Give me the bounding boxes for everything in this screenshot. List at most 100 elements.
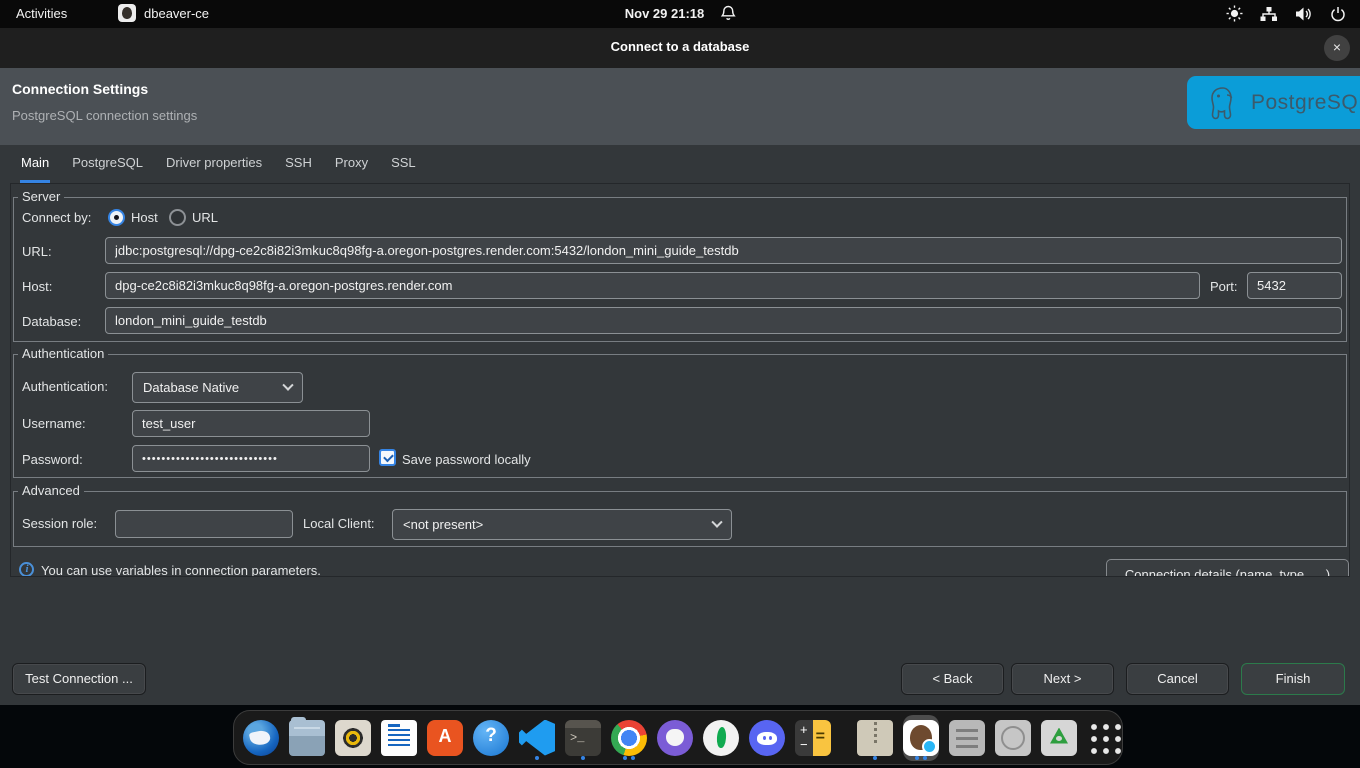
brightness-icon xyxy=(1226,5,1243,22)
app-grid-glyph xyxy=(1087,720,1122,755)
clock-menu[interactable]: Nov 29 21:18 xyxy=(625,5,736,21)
software-center-glyph xyxy=(427,720,463,756)
app-grid-icon[interactable] xyxy=(1087,715,1122,761)
connect-by-label: Connect by: xyxy=(22,210,91,225)
postgresql-elephant-icon xyxy=(1203,83,1243,123)
tab-driver-properties[interactable]: Driver properties xyxy=(165,145,263,183)
save-password-label[interactable]: Save password locally xyxy=(402,452,531,467)
username-label: Username: xyxy=(22,416,86,431)
chevron-down-icon xyxy=(711,516,722,527)
settings-tab-bar: Main PostgreSQL Driver properties SSH Pr… xyxy=(0,145,1360,183)
disk-utility-icon[interactable] xyxy=(995,715,1031,761)
tab-ssh[interactable]: SSH xyxy=(284,145,313,183)
cancel-button[interactable]: Cancel xyxy=(1126,663,1229,695)
server-group: Server Connect by: Host URL URL: Host: P… xyxy=(13,197,1347,342)
server-group-legend: Server xyxy=(18,189,64,204)
vscode-icon[interactable] xyxy=(519,715,555,761)
postgresql-logo-text: PostgreSQL xyxy=(1251,91,1360,115)
chevron-down-icon xyxy=(282,379,293,390)
focused-app-name: dbeaver-ce xyxy=(144,6,209,21)
url-input[interactable] xyxy=(105,237,1342,264)
dbeaver-icon[interactable] xyxy=(903,715,939,761)
files-icon[interactable] xyxy=(289,715,325,761)
thunderbird-glyph xyxy=(243,720,279,756)
variables-hint-text: You can use variables in connection para… xyxy=(41,563,321,577)
files-glyph xyxy=(289,720,325,756)
page-title: Connection Settings xyxy=(12,81,148,97)
host-input[interactable] xyxy=(105,272,1200,299)
radio-host[interactable] xyxy=(108,209,125,226)
archive-manager-icon[interactable] xyxy=(857,715,893,761)
focused-app-menu[interactable]: dbeaver-ce xyxy=(118,4,209,22)
help-icon[interactable] xyxy=(473,715,509,761)
username-input[interactable] xyxy=(132,410,370,437)
dbeaver-app-icon xyxy=(118,4,136,22)
password-input[interactable] xyxy=(132,445,370,472)
local-client-label: Local Client: xyxy=(303,516,375,531)
wizard-header: Connection Settings PostgreSQL connectio… xyxy=(0,68,1360,145)
test-connection-button[interactable]: Test Connection ... xyxy=(12,663,146,695)
github-desktop-icon[interactable] xyxy=(657,715,693,761)
connection-details-button[interactable]: Connection details (name, type, ... ) xyxy=(1106,559,1349,577)
running-indicator xyxy=(581,756,585,760)
tab-main[interactable]: Main xyxy=(20,145,50,183)
finish-button[interactable]: Finish xyxy=(1241,663,1345,695)
dialog-titlebar[interactable]: Connect to a database × xyxy=(0,28,1360,68)
authentication-select-value: Database Native xyxy=(143,380,239,395)
dock xyxy=(233,710,1123,765)
discord-icon[interactable] xyxy=(749,715,785,761)
network-icon xyxy=(1260,6,1278,22)
terminal-icon[interactable] xyxy=(565,715,601,761)
database-label: Database: xyxy=(22,314,81,329)
session-role-input[interactable] xyxy=(115,510,293,538)
software-center-icon[interactable] xyxy=(427,715,463,761)
session-properties-icon[interactable] xyxy=(949,715,985,761)
advanced-group: Advanced Session role: Local Client: <no… xyxy=(13,491,1347,547)
close-icon[interactable]: × xyxy=(1324,35,1350,61)
thunderbird-icon[interactable] xyxy=(243,715,279,761)
url-label: URL: xyxy=(22,244,52,259)
next-button[interactable]: Next > xyxy=(1011,663,1114,695)
mongodb-compass-icon[interactable] xyxy=(703,715,739,761)
calculator-icon[interactable] xyxy=(795,715,831,761)
desktop-bottom-area xyxy=(0,705,1360,768)
rhythmbox-icon[interactable] xyxy=(335,715,371,761)
chrome-glyph xyxy=(611,720,647,756)
gnome-top-bar: Activities dbeaver-ce Nov 29 21:18 xyxy=(0,0,1360,28)
host-label: Host: xyxy=(22,279,52,294)
disk-utility-glyph xyxy=(995,720,1031,756)
port-input[interactable] xyxy=(1247,272,1342,299)
trash-icon[interactable] xyxy=(1041,715,1077,761)
rhythmbox-glyph xyxy=(335,720,371,756)
bell-icon xyxy=(720,5,735,21)
tab-proxy[interactable]: Proxy xyxy=(334,145,369,183)
session-properties-glyph xyxy=(949,720,985,756)
advanced-group-legend: Advanced xyxy=(18,483,84,498)
local-client-select-value: <not present> xyxy=(403,517,483,532)
database-input[interactable] xyxy=(105,307,1342,334)
authentication-select[interactable]: Database Native xyxy=(132,372,303,403)
archive-manager-glyph xyxy=(857,720,893,756)
port-label: Port: xyxy=(1210,279,1237,294)
system-status-area[interactable] xyxy=(1226,5,1346,22)
vscode-glyph xyxy=(519,720,555,756)
running-indicator xyxy=(623,756,635,760)
tab-postgresql[interactable]: PostgreSQL xyxy=(71,145,144,183)
libreoffice-writer-icon[interactable] xyxy=(381,715,417,761)
authentication-group-legend: Authentication xyxy=(18,346,108,361)
help-glyph xyxy=(473,720,509,756)
libreoffice-writer-glyph xyxy=(381,720,417,756)
save-password-checkbox[interactable] xyxy=(379,449,396,466)
tab-ssl[interactable]: SSL xyxy=(390,145,417,183)
back-button[interactable]: < Back xyxy=(901,663,1004,695)
clock-label: Nov 29 21:18 xyxy=(625,6,705,21)
session-role-label: Session role: xyxy=(22,516,97,531)
radio-host-label[interactable]: Host xyxy=(131,210,158,225)
radio-url-label[interactable]: URL xyxy=(192,210,218,225)
local-client-select[interactable]: <not present> xyxy=(392,509,732,540)
chrome-icon[interactable] xyxy=(611,715,647,761)
activities-button[interactable]: Activities xyxy=(16,6,67,21)
trash-glyph xyxy=(1041,720,1077,756)
radio-url[interactable] xyxy=(169,209,186,226)
running-indicator xyxy=(535,756,539,760)
